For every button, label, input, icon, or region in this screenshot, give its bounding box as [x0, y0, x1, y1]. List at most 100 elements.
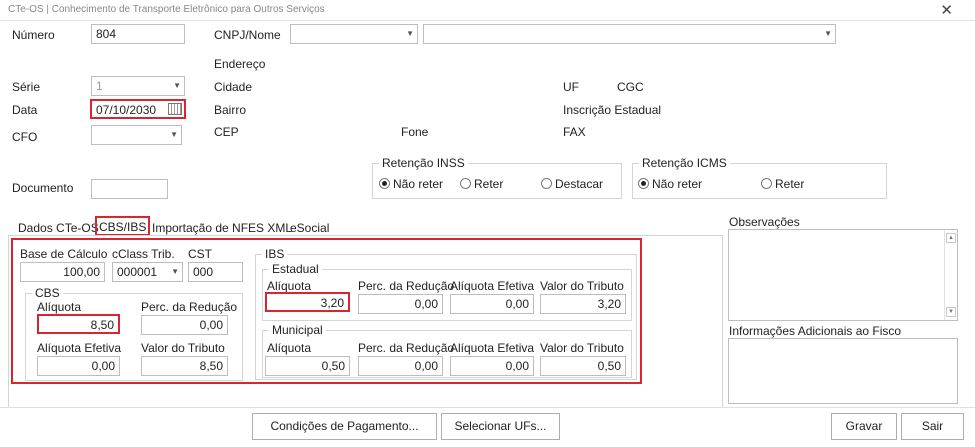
tab-importacao-nfes-xml[interactable]: Importação de NFES XML	[152, 221, 292, 235]
gravar-button[interactable]: Gravar	[831, 413, 897, 440]
inss-nao-reter-radio[interactable]: Não reter	[379, 177, 443, 191]
chevron-down-icon: ▼	[406, 29, 414, 38]
chevron-down-icon: ▼	[171, 267, 179, 276]
cbs-valor-tributo-field[interactable]: 8,50	[141, 356, 228, 376]
ibs-municipal-caption: Municipal	[269, 323, 326, 337]
estadual-valor-tributo-label: Valor do Tributo	[540, 279, 624, 293]
numero-label: Número	[12, 28, 55, 42]
scroll-up-icon[interactable]: ▲	[946, 233, 956, 243]
municipal-aliquota-field[interactable]: 0,50	[265, 356, 350, 376]
municipal-valor-tributo-label: Valor do Tributo	[540, 341, 624, 355]
data-field[interactable]: 07/10/2030	[90, 99, 186, 119]
nome-select[interactable]: ▼	[423, 24, 836, 44]
retencao-icms-caption: Retenção ICMS	[639, 156, 730, 170]
radio-icon	[541, 178, 552, 189]
data-label: Data	[12, 103, 38, 117]
fax-label: FAX	[563, 125, 586, 139]
municipal-aliquota-efetiva-label: Alíquota Efetiva	[450, 341, 535, 355]
icms-reter-radio[interactable]: Reter	[761, 177, 804, 191]
footer-divider	[0, 407, 975, 408]
selecionar-ufs-button[interactable]: Selecionar UFs...	[441, 413, 560, 440]
cbs-valor-tributo-label: Valor do Tributo	[141, 341, 225, 355]
municipal-aliquota-label: Alíquota	[267, 341, 312, 355]
tab-esocial[interactable]: eSocial	[290, 221, 329, 235]
estadual-valor-tributo-field[interactable]: 3,20	[540, 294, 626, 314]
cbs-aliquota-efetiva-label: Alíquota Efetiva	[37, 341, 122, 355]
estadual-perc-reducao-field[interactable]: 0,00	[358, 294, 443, 314]
ibs-caption: IBS	[262, 247, 288, 261]
serie-value: 1	[96, 79, 103, 93]
documento-label: Documento	[12, 181, 74, 195]
estadual-aliquota-efetiva-label: Alíquota Efetiva	[450, 279, 535, 293]
calendar-icon[interactable]	[168, 103, 182, 115]
cclass-select[interactable]: 000001 ▼	[112, 262, 183, 282]
condicoes-pagamento-button[interactable]: Condições de Pagamento...	[252, 413, 437, 440]
chevron-down-icon: ▼	[173, 81, 181, 90]
sair-button[interactable]: Sair	[901, 413, 964, 440]
cst-label: CST	[188, 247, 212, 261]
uf-label: UF	[563, 80, 579, 94]
cfo-select[interactable]: ▼	[91, 125, 182, 145]
inss-reter-label: Reter	[474, 177, 504, 191]
icms-reter-label: Reter	[775, 177, 805, 191]
radio-icon	[460, 178, 471, 189]
municipal-valor-tributo-field[interactable]: 0,50	[540, 356, 626, 376]
info-fisco-textarea[interactable]	[728, 338, 958, 404]
icms-nao-reter-radio[interactable]: Não reter	[638, 177, 702, 191]
serie-label: Série	[12, 80, 41, 94]
inss-destacar-radio[interactable]: Destacar	[541, 177, 603, 191]
observacoes-scrollbar[interactable]: ▲ ▼	[944, 230, 957, 320]
window-title: CTe-OS | Conhecimento de Transporte Elet…	[8, 4, 325, 15]
cidade-label: Cidade	[214, 80, 253, 94]
base-calculo-field[interactable]: 100,00	[20, 262, 105, 282]
ibs-estadual-caption: Estadual	[269, 262, 322, 276]
fone-label: Fone	[401, 125, 429, 139]
cnpj-label: CNPJ/Nome	[214, 28, 281, 42]
municipal-perc-reducao-label: Perc. da Redução	[358, 341, 455, 355]
documento-field[interactable]	[91, 179, 168, 199]
inss-reter-radio[interactable]: Reter	[460, 177, 503, 191]
endereco-label: Endereço	[214, 57, 266, 71]
cclass-label: cClass Trib.	[112, 247, 175, 261]
cgc-label: CGC	[617, 80, 644, 94]
numero-field[interactable]: 804	[91, 24, 185, 44]
tab-cbs-ibs[interactable]: CBS/IBS	[95, 216, 151, 236]
ie-label: Inscrição Estadual	[563, 103, 662, 117]
title-bar: CTe-OS | Conhecimento de Transporte Elet…	[0, 0, 975, 21]
municipal-aliquota-efetiva-field[interactable]: 0,00	[450, 356, 534, 376]
info-fisco-label: Informações Adicionais ao Fisco	[729, 324, 902, 338]
estadual-perc-reducao-label: Perc. da Redução	[358, 279, 455, 293]
cnpj-select[interactable]: ▼	[290, 24, 418, 44]
cfo-label: CFO	[12, 130, 38, 144]
base-calculo-label: Base de Cálculo	[20, 247, 108, 261]
close-icon[interactable]: ✕	[940, 1, 953, 19]
chevron-down-icon: ▼	[824, 29, 832, 38]
chevron-down-icon: ▼	[170, 130, 178, 139]
cclass-value: 000001	[117, 265, 158, 279]
cbs-perc-reducao-field[interactable]: 0,00	[141, 315, 228, 335]
radio-selected-icon	[638, 178, 649, 189]
icms-nao-reter-label: Não reter	[652, 177, 703, 191]
cst-field[interactable]: 000	[188, 262, 243, 282]
bairro-label: Bairro	[214, 103, 247, 117]
retencao-inss-caption: Retenção INSS	[379, 156, 468, 170]
radio-icon	[761, 178, 772, 189]
observacoes-label: Observações	[729, 215, 800, 229]
municipal-perc-reducao-field[interactable]: 0,00	[358, 356, 443, 376]
observacoes-textarea[interactable]: ▲ ▼	[728, 229, 958, 321]
cbs-aliquota-efetiva-field[interactable]: 0,00	[37, 356, 120, 376]
data-value: 07/10/2030	[96, 103, 157, 117]
cbs-aliquota-field[interactable]: 8,50	[37, 314, 120, 334]
scroll-down-icon[interactable]: ▼	[946, 307, 956, 317]
estadual-aliquota-field[interactable]: 3,20	[265, 292, 350, 312]
cbs-caption: CBS	[32, 286, 63, 300]
inss-destacar-label: Destacar	[555, 177, 604, 191]
estadual-aliquota-efetiva-field[interactable]: 0,00	[450, 294, 534, 314]
cbs-aliquota-label: Alíquota	[37, 300, 82, 314]
inss-nao-reter-label: Não reter	[393, 177, 444, 191]
radio-selected-icon	[379, 178, 390, 189]
cbs-perc-reducao-label: Perc. da Redução	[141, 300, 238, 314]
tab-dados-cte-os[interactable]: Dados CTe-OS	[18, 221, 99, 235]
cep-label: CEP	[214, 125, 239, 139]
serie-select[interactable]: 1 ▼	[91, 76, 185, 96]
